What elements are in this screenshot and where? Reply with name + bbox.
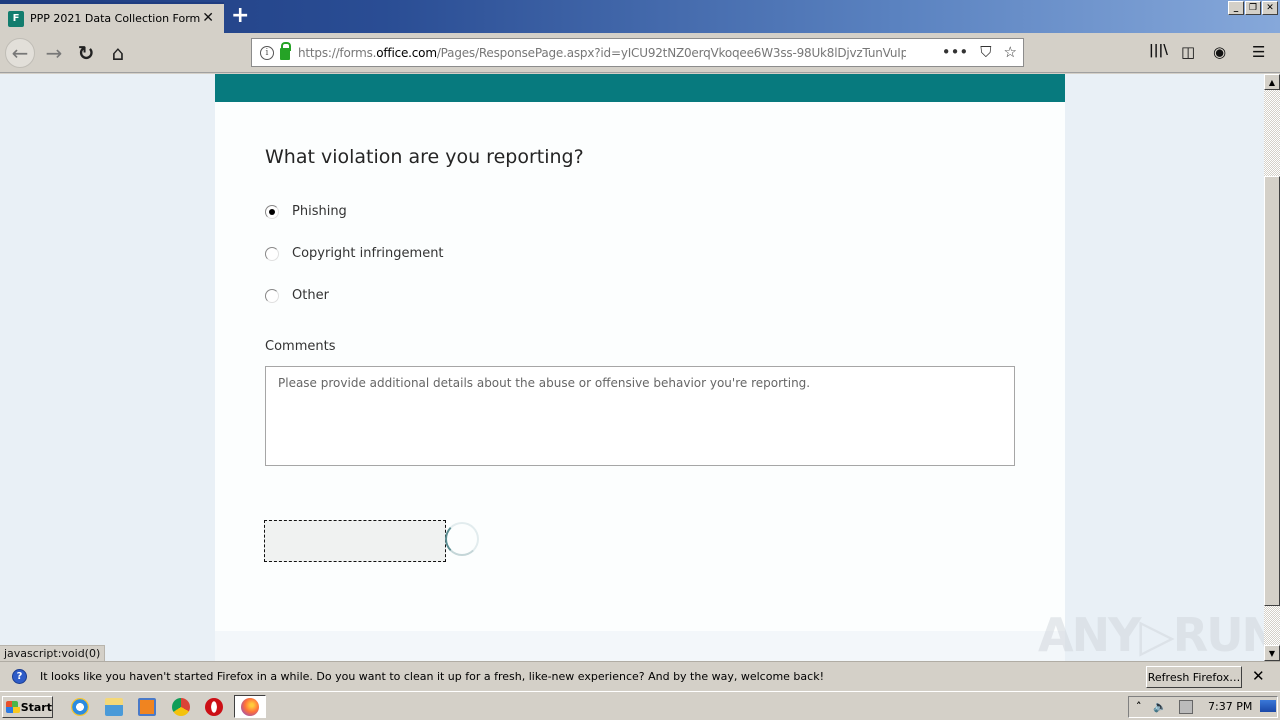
site-info-icon[interactable]: i xyxy=(260,45,274,60)
scrollbar-thumb[interactable] xyxy=(1264,176,1280,606)
minimize-button[interactable]: _ xyxy=(1228,1,1244,15)
option-label: Copyright infringement xyxy=(292,246,444,261)
firefox-taskbar-button[interactable] xyxy=(234,695,266,718)
radio-other[interactable] xyxy=(265,288,279,303)
option-label: Other xyxy=(292,288,329,303)
navigation-toolbar: ← → ↻ ⌂ i https://forms.office.com/Pages… xyxy=(0,33,1280,73)
option-phishing[interactable]: Phishing xyxy=(265,204,347,219)
show-desktop-icon[interactable] xyxy=(1260,700,1276,712)
tab-ppp-form[interactable]: F PPP 2021 Data Collection Form ✕ xyxy=(0,2,224,33)
reload-button[interactable]: ↻ xyxy=(72,39,100,67)
lock-icon[interactable] xyxy=(280,42,291,60)
chrome-icon[interactable] xyxy=(172,698,190,716)
forms-icon: F xyxy=(8,10,24,27)
url-domain: office.com xyxy=(376,45,437,60)
firefox-icon xyxy=(241,698,259,716)
restore-button[interactable]: ❐ xyxy=(1245,1,1261,15)
option-other[interactable]: Other xyxy=(265,288,329,303)
home-button[interactable]: ⌂ xyxy=(104,39,132,67)
form-footer xyxy=(215,631,1065,661)
notification-text: It looks like you haven't started Firefo… xyxy=(40,670,824,683)
window-controls: _ ❐ ✕ xyxy=(1228,1,1278,15)
option-label: Phishing xyxy=(292,204,347,219)
comments-label: Comments xyxy=(265,339,336,354)
page-viewport: What violation are you reporting? Phishi… xyxy=(0,74,1264,661)
show-hidden-icons-icon[interactable]: ˄ xyxy=(1136,700,1142,713)
radio-phishing[interactable] xyxy=(265,204,279,219)
url-text[interactable]: https://forms.office.com/Pages/ResponseP… xyxy=(298,46,906,60)
vertical-scrollbar[interactable]: ▲ ▼ xyxy=(1264,74,1280,661)
internet-explorer-icon[interactable] xyxy=(71,698,89,716)
close-window-button[interactable]: ✕ xyxy=(1262,1,1278,15)
url-prefix: https://forms. xyxy=(298,45,377,60)
browser-tab-bar: F PPP 2021 Data Collection Form ✕ + _ ❐ … xyxy=(0,0,1280,33)
comments-textarea[interactable] xyxy=(265,366,1015,466)
library-icon[interactable]: |||\ xyxy=(1149,43,1168,58)
scroll-down-button[interactable]: ▼ xyxy=(1264,645,1280,661)
anyrun-watermark: ANY▷RUN xyxy=(1038,608,1280,662)
tab-title: PPP 2021 Data Collection Form xyxy=(30,12,201,25)
page-actions-icon[interactable]: ••• xyxy=(942,43,969,61)
close-tab-icon[interactable]: ✕ xyxy=(202,10,214,26)
pocket-icon[interactable]: ⛉ xyxy=(980,43,991,61)
radio-copyright-infringement[interactable] xyxy=(265,246,279,261)
submit-button[interactable] xyxy=(264,520,446,562)
start-label: Start xyxy=(20,700,52,714)
close-notification-icon[interactable]: ✕ xyxy=(1252,667,1265,685)
bookmark-star-icon[interactable]: ☆ xyxy=(1004,43,1017,61)
system-tray: ˄ 🔈 7:37 PM xyxy=(1128,696,1278,718)
volume-icon[interactable]: 🔈 xyxy=(1153,700,1167,713)
scroll-up-button[interactable]: ▲ xyxy=(1264,74,1280,90)
windows-logo-icon xyxy=(6,701,20,713)
help-icon: ? xyxy=(12,669,27,684)
start-button[interactable]: Start xyxy=(2,696,53,718)
form-header-band xyxy=(215,74,1065,102)
clock[interactable]: 7:37 PM xyxy=(1208,700,1252,713)
opera-icon[interactable] xyxy=(205,698,223,716)
url-bar[interactable]: i https://forms.office.com/Pages/Respons… xyxy=(251,38,1024,67)
menu-icon[interactable]: ☰ xyxy=(1252,43,1265,61)
status-link-preview: javascript:void(0) xyxy=(0,645,106,661)
option-copyright-infringement[interactable]: Copyright infringement xyxy=(265,246,444,261)
form-page: What violation are you reporting? Phishi… xyxy=(215,74,1065,661)
windows-taskbar: Start ˄ 🔈 7:37 PM xyxy=(0,691,1280,720)
network-warning-icon[interactable] xyxy=(1179,700,1193,714)
account-icon[interactable]: ◉ xyxy=(1213,43,1226,61)
media-player-icon[interactable] xyxy=(138,698,156,716)
question-title: What violation are you reporting? xyxy=(265,146,584,168)
refresh-firefox-button[interactable]: Refresh Firefox… xyxy=(1146,666,1242,688)
url-suffix: /Pages/ResponsePage.aspx?id=yICU92tNZ0er… xyxy=(436,45,906,60)
file-explorer-icon[interactable] xyxy=(105,698,123,716)
sidebar-icon[interactable]: ◫ xyxy=(1181,43,1195,61)
firefox-notification-bar: ? It looks like you haven't started Fire… xyxy=(0,661,1280,691)
back-button[interactable]: ← xyxy=(5,38,35,68)
new-tab-button[interactable]: + xyxy=(231,3,249,28)
forward-button[interactable]: → xyxy=(40,39,68,67)
loading-spinner-icon xyxy=(445,522,479,556)
